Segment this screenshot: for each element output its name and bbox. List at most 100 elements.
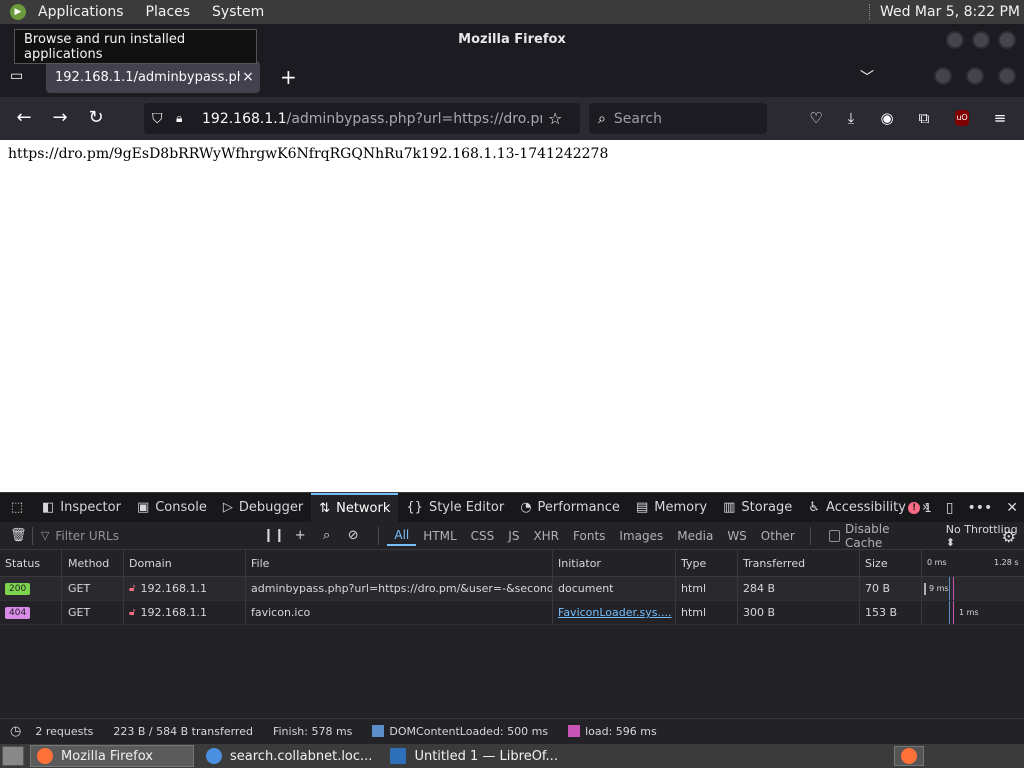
workspace-switcher[interactable] [894, 746, 924, 766]
tab-accessibility[interactable]: ♿︎ Accessibility [800, 493, 914, 522]
applications-menu-icon[interactable]: ▶ [10, 4, 26, 20]
tray-firefox-icon [901, 748, 917, 764]
pause-icon[interactable]: ❙❙ [263, 528, 285, 543]
firefox-view-icon[interactable]: ▭ [10, 68, 28, 84]
bookmark-star-icon[interactable]: ☆ [548, 109, 562, 128]
applications-menu[interactable]: Applications [34, 4, 128, 20]
tabbar-minimize-button[interactable] [934, 67, 952, 85]
column-method[interactable]: Method [62, 550, 124, 576]
tab-inspector[interactable]: ◧ Inspector [34, 493, 129, 522]
column-transferred[interactable]: Transferred [738, 550, 860, 576]
column-domain[interactable]: Domain [124, 550, 246, 576]
table-header: Status Method Domain File Initiator Type… [0, 550, 1024, 577]
column-type[interactable]: Type [676, 550, 738, 576]
table-row[interactable]: 404 GET 🔓︎ 192.168.1.1 favicon.ico Favico… [0, 601, 1024, 625]
url-bar[interactable]: ⛉ 🔒︎ 192.168.1.1/adminbypass.php?url=htt… [144, 103, 580, 134]
add-request-blocking-icon[interactable]: + [291, 528, 310, 543]
column-initiator[interactable]: Initiator [553, 550, 676, 576]
close-devtools-icon[interactable]: ✕ [1006, 500, 1018, 516]
reload-icon[interactable]: ↻ [86, 108, 106, 128]
column-waterfall[interactable]: 0 ms 1.28 s [922, 550, 1024, 576]
tabbar-maximize-button[interactable] [966, 67, 984, 85]
tab-memory[interactable]: ▤ Memory [628, 493, 715, 522]
filter-all[interactable]: All [387, 526, 417, 546]
taskbar: Mozilla Firefox search.collabnet.loc... … [0, 744, 1024, 768]
tabbar-close-button[interactable] [998, 67, 1016, 85]
network-settings-gear-icon[interactable]: ⚙ [1002, 527, 1016, 546]
extensions-icon[interactable]: ⧉ [914, 108, 934, 128]
tracking-protection-shield-icon[interactable]: ⛉ [152, 111, 170, 127]
hamburger-menu-icon[interactable]: ≡ [990, 108, 1010, 128]
filter-images[interactable]: Images [612, 529, 670, 543]
tab-close-icon[interactable]: × [240, 69, 256, 85]
waterfall-tick-end: 1.28 s [994, 558, 1019, 567]
responsive-design-icon[interactable]: ▯ [946, 500, 954, 516]
list-all-tabs-icon[interactable]: ﹀ [860, 67, 874, 87]
search-icon: ⌕ [598, 110, 606, 127]
column-size[interactable]: Size [860, 550, 922, 576]
tab-performance[interactable]: ◔ Performance [512, 493, 628, 522]
taskbar-item-libreoffice[interactable]: Untitled 1 — LibreOf... [384, 745, 564, 767]
filter-fonts[interactable]: Fonts [566, 529, 612, 543]
waterfall-tick-start: 0 ms [927, 558, 947, 567]
tab-network[interactable]: ⇅ Network [311, 493, 399, 522]
tab-debugger[interactable]: ▷ Debugger [215, 493, 311, 522]
tab-console[interactable]: ▣ Console [129, 493, 215, 522]
close-window-button[interactable] [998, 31, 1016, 49]
insecure-connection-icon: 🔓︎ [129, 583, 136, 594]
tab-adminbypass[interactable]: 192.168.1.1/adminbypass.php?url= × [46, 61, 260, 93]
tab-style-editor[interactable]: {} Style Editor [398, 493, 512, 522]
system-menu[interactable]: System [208, 4, 268, 20]
clear-requests-icon[interactable]: 🗑︎ [10, 528, 27, 543]
tab-storage[interactable]: ▥ Storage [715, 493, 800, 522]
firefox-icon [37, 748, 53, 764]
url-text[interactable]: 192.168.1.1/adminbypass.php?url=https://… [202, 111, 542, 127]
element-picker-icon[interactable]: ⬚ [0, 493, 34, 522]
load-line [953, 577, 954, 600]
maximize-button[interactable] [972, 31, 990, 49]
column-status[interactable]: Status [0, 550, 62, 576]
lock-icon[interactable]: 🔒︎ [176, 111, 194, 126]
inspector-icon: ◧ [42, 500, 55, 515]
devtools-options-icon[interactable]: ••• [967, 500, 992, 516]
error-count-badge[interactable]: ! 1 [908, 501, 932, 515]
filter-media[interactable]: Media [670, 529, 720, 543]
places-menu[interactable]: Places [142, 4, 195, 20]
network-summary-bar: ◷ 2 requests 223 B / 584 B transferred F… [0, 718, 1024, 744]
back-arrow-icon[interactable]: ← [14, 108, 34, 128]
search-requests-icon[interactable]: ⌕ [317, 528, 336, 543]
page-body-text: https://dro.pm/9gEsD8bRRWyWfhrgwK6NfrqRG… [8, 146, 609, 162]
style-editor-icon: {} [406, 500, 423, 515]
minimize-button[interactable] [946, 31, 964, 49]
search-input[interactable]: ⌕ Search [589, 103, 767, 134]
dom-content-loaded-time: DOMContentLoaded: 500 ms [372, 725, 548, 738]
tab-title: 192.168.1.1/adminbypass.php?url= [55, 69, 240, 85]
show-desktop-icon[interactable] [2, 746, 24, 766]
account-icon[interactable]: ◉ [877, 108, 897, 128]
applications-tooltip: Browse and run installed applications [14, 29, 257, 64]
filter-ws[interactable]: WS [720, 529, 753, 543]
clock[interactable]: Wed Mar 5, 8:22 PM [880, 4, 1020, 20]
filter-html[interactable]: HTML [416, 529, 463, 543]
forward-arrow-icon[interactable]: → [50, 108, 70, 128]
new-tab-button[interactable]: + [280, 65, 297, 89]
memory-icon: ▤ [635, 500, 649, 515]
devtools-panel: ⬚ ◧ Inspector ▣ Console ▷ Debugger ⇅ Network… [0, 492, 1024, 718]
table-row[interactable]: 200 GET 🔓︎ 192.168.1.1 adminbypass.php?ur… [0, 577, 1024, 601]
performance-analysis-icon[interactable]: ◷ [10, 724, 21, 739]
filter-urls-input[interactable]: ▽ Filter URLs [41, 529, 263, 543]
column-file[interactable]: File [246, 550, 553, 576]
block-requests-icon[interactable]: ⊘ [344, 528, 363, 543]
waterfall-timing: 9 ms [929, 584, 949, 593]
taskbar-item-search-collabnet[interactable]: search.collabnet.loc... [200, 745, 378, 767]
filter-css[interactable]: CSS [464, 529, 502, 543]
disable-cache-checkbox[interactable]: Disable Cache [828, 522, 924, 550]
filter-other[interactable]: Other [754, 529, 802, 543]
taskbar-item-firefox[interactable]: Mozilla Firefox [30, 745, 194, 767]
filter-js[interactable]: JS [501, 529, 526, 543]
initiator-link[interactable]: FaviconLoader.sys.... [558, 606, 672, 619]
ublock-origin-icon[interactable]: uO [955, 110, 969, 126]
downloads-icon[interactable]: ⤓ [841, 108, 861, 128]
pocket-icon[interactable]: ♡ [806, 108, 826, 128]
filter-xhr[interactable]: XHR [526, 529, 566, 543]
